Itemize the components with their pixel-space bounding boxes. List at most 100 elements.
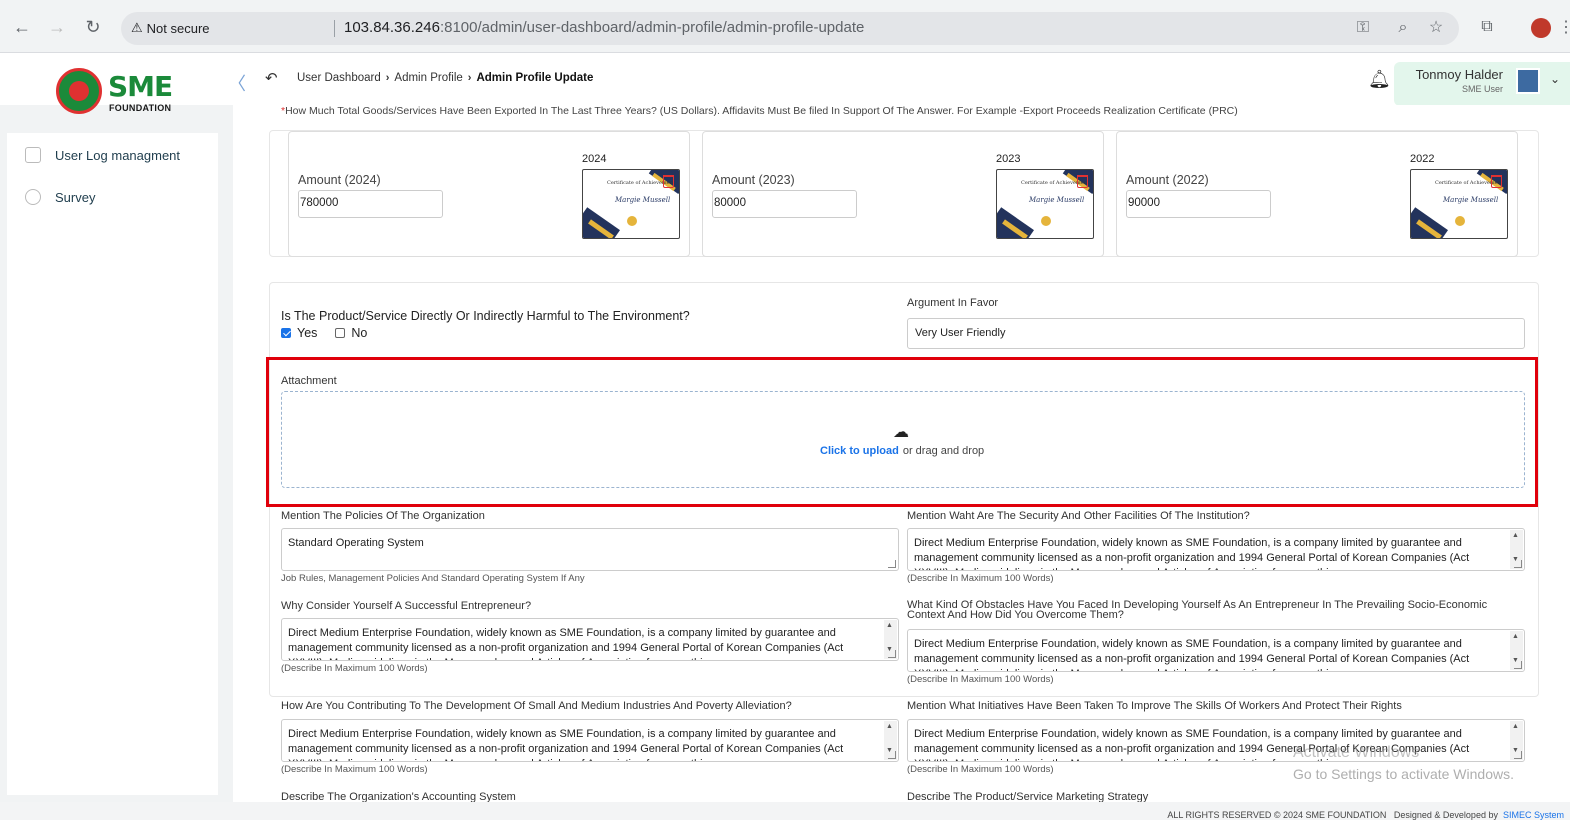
notification-bell-icon[interactable]: 🔔︎ [1368, 69, 1391, 90]
delete-trash-icon[interactable] [663, 175, 674, 188]
forward-arrow-icon[interactable]: → [47, 17, 67, 37]
click-to-upload-link[interactable]: Click to upload [820, 445, 899, 457]
warning-icon: ⚠ [131, 20, 143, 35]
sidebar-item-user-log[interactable]: User Log managment [25, 147, 180, 163]
zoom-icon[interactable]: ⌕ [1394, 19, 1412, 37]
resize-handle-icon[interactable] [888, 650, 896, 658]
environment-options: Yes No [281, 326, 367, 340]
copyright-text: ALL RIGHTS RESERVED © 2024 SME FOUNDATIO… [1167, 810, 1387, 820]
developer-link[interactable]: SIMEC System [1503, 810, 1564, 820]
medal-icon [627, 216, 637, 226]
extensions-icon[interactable]: ⧉ [1478, 18, 1496, 36]
obstacles-label: What Kind Of Obstacles Have You Faced In… [907, 599, 1488, 621]
user-menu[interactable]: Tonmoy Halder SME User ⌄ [1394, 62, 1570, 106]
attachment-label: Attachment [281, 375, 337, 387]
amount-input-2023[interactable]: 80000 [712, 190, 857, 218]
log-icon [25, 147, 41, 163]
back-arrow-icon[interactable]: ← [12, 17, 32, 37]
year-label: 2024 [582, 153, 607, 165]
no-label: No [351, 326, 368, 340]
certificate-thumbnail[interactable]: Certificate of Achievement Margie Mussel… [582, 169, 680, 239]
sme-foundation-logo[interactable]: SME FOUNDATION [56, 68, 173, 114]
collapse-sidebar-icon[interactable]: 〈 [228, 70, 246, 96]
initiatives-textarea[interactable]: Direct Medium Enterprise Foundation, wid… [907, 719, 1525, 762]
activate-windows-watermark: Activate Windows [1293, 744, 1420, 761]
chevron-down-icon: ⌄ [1550, 72, 1561, 86]
successful-label: Why Consider Yourself A Successful Entre… [281, 600, 532, 612]
certificate-thumbnail[interactable]: Certificate of Achievement Margie Mussel… [996, 169, 1094, 239]
amount-box-2023: Amount (2023) 80000 2023 Certificate of … [702, 131, 1104, 257]
resize-handle-icon[interactable] [1514, 560, 1522, 568]
app-header: SME FOUNDATION 〈 ↶ User Dashboard › Admi… [0, 53, 1570, 114]
security-value: Direct Medium Enterprise Foundation, wid… [914, 537, 1470, 570]
obstacles-textarea[interactable]: Direct Medium Enterprise Foundation, wid… [907, 629, 1525, 672]
contributing-textarea[interactable]: Direct Medium Enterprise Foundation, wid… [281, 719, 899, 762]
initiatives-hint: (Describe In Maximum 100 Words) [907, 764, 1054, 775]
logo-subtext: FOUNDATION [109, 103, 172, 113]
chevron-right-icon: › [467, 72, 472, 84]
security-label: Not secure [146, 20, 210, 36]
certificate-signature: Margie Mussell [1029, 196, 1085, 204]
resize-handle-icon[interactable] [1514, 751, 1522, 759]
amount-input-2024[interactable]: 780000 [298, 190, 443, 218]
contributing-value: Direct Medium Enterprise Foundation, wid… [288, 728, 844, 761]
address-bar[interactable]: ⚠ Not secure 103.84.36.246:8100/admin/us… [121, 12, 1459, 45]
medal-icon [1455, 216, 1465, 226]
sidebar-item-survey[interactable]: Survey [25, 189, 95, 205]
file-dropzone[interactable]: ☁︎ Click to upload or drag and drop [281, 391, 1525, 488]
certificate-signature: Margie Mussell [1443, 196, 1499, 204]
sidebar: User Log managment Survey [7, 133, 218, 795]
certificate-thumbnail[interactable]: Certificate of Achievement Margie Mussel… [1410, 169, 1508, 239]
breadcrumb-user-dashboard[interactable]: User Dashboard [297, 72, 381, 84]
amount-input-2022[interactable]: 90000 [1126, 190, 1271, 218]
pie-chart-icon [25, 189, 41, 205]
bookmark-star-icon[interactable]: ☆ [1427, 19, 1445, 37]
government-seal-icon [56, 68, 102, 114]
certificate-signature: Margie Mussell [615, 196, 671, 204]
undo-back-icon[interactable]: ↶ [265, 69, 278, 87]
no-checkbox[interactable] [335, 328, 346, 338]
profile-update-form: *How Much Total Goods/Services Have Been… [233, 105, 1570, 802]
key-icon[interactable]: ⚿ [1354, 19, 1372, 37]
obstacles-hint: (Describe In Maximum 100 Words) [907, 674, 1054, 685]
accounting-label: Describe The Organization's Accounting S… [281, 791, 516, 802]
delete-trash-icon[interactable] [1491, 175, 1502, 188]
resize-handle-icon[interactable] [888, 751, 896, 759]
page-footer: ALL RIGHTS RESERVED © 2024 SME FOUNDATIO… [0, 802, 1570, 820]
security-hint: (Describe In Maximum 100 Words) [907, 573, 1054, 584]
avatar [1516, 68, 1540, 94]
security-textarea[interactable]: Direct Medium Enterprise Foundation, wid… [907, 528, 1525, 571]
browser-menu-icon[interactable]: ⋮ [1558, 17, 1570, 37]
successful-hint: (Describe In Maximum 100 Words) [281, 663, 428, 674]
resize-handle-icon[interactable] [1514, 661, 1522, 669]
policies-label: Mention The Policies Of The Organization [281, 510, 485, 522]
delete-trash-icon[interactable] [1077, 175, 1088, 188]
amount-label: Amount (2023) [712, 173, 795, 187]
export-question: *How Much Total Goods/Services Have Been… [281, 105, 1238, 117]
user-role: SME User [1461, 84, 1503, 94]
successful-textarea[interactable]: Direct Medium Enterprise Foundation, wid… [281, 618, 899, 661]
browser-toolbar: ← → ↻ ⚠ Not secure 103.84.36.246:8100/ad… [0, 0, 1570, 53]
argument-in-favor-input[interactable]: Very User Friendly [907, 318, 1525, 349]
security-indicator[interactable]: ⚠ Not secure [131, 20, 210, 36]
divider [334, 20, 335, 37]
environment-question: Is The Product/Service Directly Or Indir… [281, 309, 690, 323]
yes-checkbox[interactable] [281, 328, 291, 338]
amount-label: Amount (2024) [298, 173, 381, 187]
sidebar-item-label: Survey [55, 189, 96, 205]
initiatives-label: Mention What Initiatives Have Been Taken… [907, 700, 1402, 712]
url-host: 103.84.36.246 [344, 19, 440, 36]
resize-handle-icon[interactable] [888, 560, 896, 568]
breadcrumb-admin-profile[interactable]: Admin Profile [394, 72, 462, 84]
footer-text: ALL RIGHTS RESERVED © 2024 SME FOUNDATIO… [1167, 810, 1564, 820]
export-amounts-card: Amount (2024) 780000 2024 Certificate of… [269, 130, 1539, 257]
upload-instructions: Click to upload or drag and drop [820, 445, 984, 457]
contributing-label: How Are You Contributing To The Developm… [281, 700, 792, 712]
url-text[interactable]: 103.84.36.246:8100/admin/user-dashboard/… [344, 19, 864, 36]
policies-textarea[interactable]: Standard Operating System [281, 528, 899, 571]
browser-profile-avatar[interactable] [1531, 18, 1551, 38]
chevron-right-icon: › [385, 72, 390, 84]
reload-icon[interactable]: ↻ [83, 17, 103, 37]
amount-label: Amount (2022) [1126, 173, 1209, 187]
obstacles-value: Direct Medium Enterprise Foundation, wid… [914, 638, 1470, 671]
